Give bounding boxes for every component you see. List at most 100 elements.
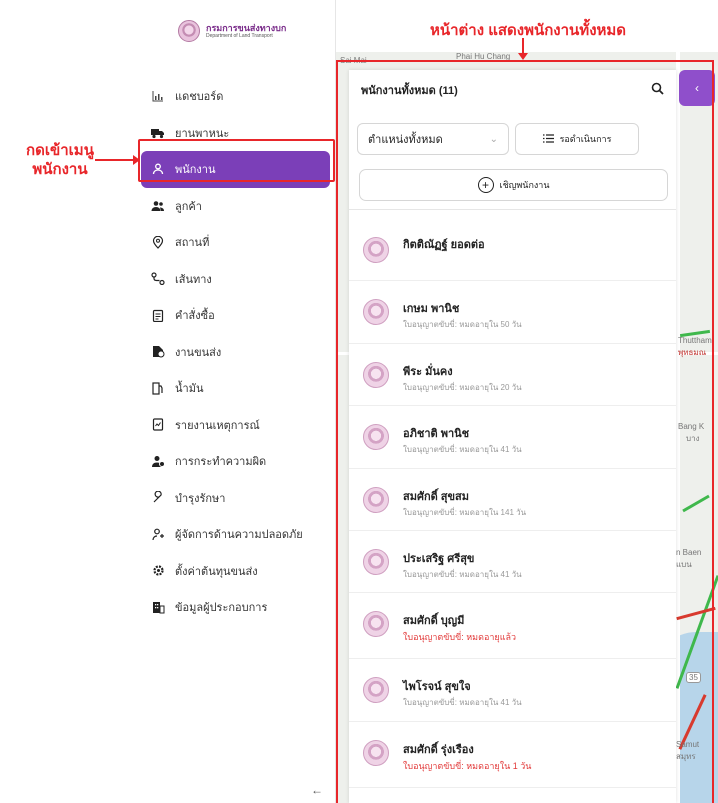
sidebar-item-dashboard[interactable]: แดชบอร์ด <box>138 78 336 115</box>
annotation-panel-label: หน้าต่าง แสดงพนักงานทั้งหมด <box>429 22 627 39</box>
employee-name: สมศักดิ์ สุขสม <box>403 490 470 503</box>
sidebar-item-label: ผู้จัดการด้านความปลอดภัย <box>175 529 303 542</box>
list-item[interactable]: สมศักดิ์ สุขสม ใบอนุญาตขับขี่: หมดอายุใน… <box>349 469 676 531</box>
employee-name: กิตติณัฏฐ์ ยอดต่อ <box>403 239 485 251</box>
sidebar: กรมการขนส่งทางบก Department of Land Tran… <box>138 0 336 803</box>
avatar <box>363 299 389 326</box>
route-icon <box>150 271 166 287</box>
wrench-icon <box>150 490 166 506</box>
annotation-menu-label-line1: กดเข้าเมนู <box>26 142 94 159</box>
sidebar-item-routes[interactable]: เส้นทาง <box>138 261 336 298</box>
sidebar-item-locations[interactable]: สถานที่ <box>138 224 336 261</box>
license-status-warning: ใบอนุญาตขับขี่: หมดอายุใน 1 วัน <box>403 760 532 771</box>
list-icon <box>542 133 554 145</box>
sidebar-item-label: แดชบอร์ด <box>175 91 224 104</box>
chevron-down-icon: ⌄ <box>489 133 498 145</box>
employee-name: ประเสริฐ ศรีสุข <box>403 552 475 565</box>
sidebar-item-deliveries[interactable]: งานขนส่ง <box>138 334 336 371</box>
sidebar-item-label: ตั้งค่าต้นทุนขนส่ง <box>175 565 258 578</box>
avatar <box>363 677 389 704</box>
avatar <box>363 424 389 451</box>
map-label: n Baen <box>676 548 702 557</box>
logo: กรมการขนส่งทางบก Department of Land Tran… <box>178 20 286 42</box>
map-label: Thuttham <box>678 336 712 345</box>
page: Sai Mai Phai Hu Chang Thuttham พุทธมณ Ba… <box>0 0 718 803</box>
avatar <box>363 739 389 766</box>
users-icon <box>150 198 166 214</box>
map-road-shield: 35 <box>686 672 701 683</box>
list-item[interactable]: เกษม พานิช ใบอนุญาตขับขี่: หมดอายุใน 50 … <box>349 281 676 344</box>
sidebar-item-incident-report[interactable]: รายงานเหตุการณ์ <box>138 407 336 444</box>
panel-title: พนักงานทั้งหมด (11) <box>361 85 458 97</box>
sidebar-item-safety-manager[interactable]: ผู้จัดการด้านความปลอดภัย <box>138 516 336 553</box>
seal-icon <box>178 20 200 42</box>
avatar <box>363 548 389 575</box>
sidebar-item-violations[interactable]: การกระทำความผิด <box>138 443 336 480</box>
avatar <box>363 361 389 388</box>
safety-manager-icon <box>150 526 166 542</box>
sidebar-item-transport-cost-settings[interactable]: ตั้งค่าต้นทุนขนส่ง <box>138 553 336 590</box>
sidebar-item-label: น้ำมัน <box>175 383 204 396</box>
license-status: ใบอนุญาตขับขี่: หมดอายุใน 41 วัน <box>403 569 522 579</box>
status-filter-label: รอดำเนินการ <box>559 134 612 144</box>
location-pin-icon <box>150 234 166 250</box>
annotation-menu-label-line2: พนักงาน <box>32 161 88 178</box>
employees-panel: พนักงานทั้งหมด (11) ตำแหน่งทั้งหมด ⌄ รอด… <box>349 70 676 803</box>
map-label: สมุทร <box>676 752 696 761</box>
list-item[interactable]: ประเสริฐ ศรีสุข ใบอนุญาตขับขี่: หมดอายุใ… <box>349 531 676 594</box>
collapse-sidebar-arrow-icon[interactable]: ← <box>311 783 323 797</box>
plus-circle-icon: + <box>477 177 494 193</box>
sidebar-item-label: บำรุงรักษา <box>175 492 226 505</box>
annotation-menu-box <box>138 139 335 182</box>
building-icon <box>150 599 166 615</box>
sidebar-item-label: เส้นทาง <box>175 273 212 286</box>
list-item[interactable]: กิตติณัฏฐ์ ยอดต่อ <box>349 219 676 282</box>
list-item[interactable]: สมศักดิ์ บุญมี ใบอนุญาตขับขี่: หมดอายุแล… <box>349 593 676 660</box>
map-label: Phai Hu Chang <box>456 52 511 61</box>
map-label: Sai Mai <box>340 56 367 65</box>
sidebar-item-maintenance[interactable]: บำรุงรักษา <box>138 480 336 517</box>
license-status: ใบอนุญาตขับขี่: หมดอายุใน 41 วัน <box>403 445 522 455</box>
sidebar-item-customers[interactable]: ลูกค้า <box>138 188 336 225</box>
list-item[interactable]: อภิชาติ พานิช ใบอนุญาตขับขี่: หมดอายุใน … <box>349 406 676 469</box>
search-icon[interactable] <box>651 82 664 98</box>
license-status: ใบอนุญาตขับขี่: หมดอายุใน 50 วัน <box>403 320 522 330</box>
report-icon <box>150 417 166 433</box>
delivery-icon <box>150 344 166 360</box>
collapse-panel-button[interactable]: ‹ <box>679 70 715 106</box>
panel-header: พนักงานทั้งหมด (11) <box>349 70 676 110</box>
position-filter-select[interactable]: ตำแหน่งทั้งหมด ⌄ <box>357 123 509 155</box>
avatar <box>363 611 389 638</box>
map-traffic <box>676 606 716 621</box>
list-item[interactable]: สมศักดิ์ รุ่งเรือง ใบอนุญาตขับขี่: หมดอา… <box>349 722 676 788</box>
sidebar-item-label: การกระทำความผิด <box>175 456 267 469</box>
employee-name: พีระ มั่นคง <box>403 365 453 378</box>
map-label: Bang K <box>678 422 705 431</box>
license-status: ใบอนุญาตขับขี่: หมดอายุใน 41 วัน <box>403 698 522 708</box>
sidebar-item-label: รายงานเหตุการณ์ <box>175 419 260 432</box>
map-label: แบน <box>676 560 692 569</box>
employee-name: เกษม พานิช <box>403 303 460 316</box>
sidebar-item-fuel[interactable]: น้ำมัน <box>138 370 336 407</box>
map-label: พุทธมณ <box>678 348 707 357</box>
left-gutter <box>0 0 138 803</box>
list-item[interactable]: ไพโรจน์ สุขใจ ใบอนุญาตขับขี่: หมดอายุใน … <box>349 659 676 722</box>
position-filter-value: ตำแหน่งทั้งหมด <box>368 134 443 146</box>
license-status: ใบอนุญาตขับขี่: หมดอายุใน 20 วัน <box>403 382 522 392</box>
license-status: ใบอนุญาตขับขี่: หมดอายุใน 141 วัน <box>403 507 527 517</box>
invite-employee-label: เชิญพนักงาน <box>499 180 550 190</box>
avatar <box>363 486 389 513</box>
sidebar-item-orders[interactable]: คำสั่งซื้อ <box>138 297 336 334</box>
annotation-arrow-down <box>518 38 528 60</box>
map-traffic <box>682 494 710 513</box>
map-label: Samut <box>676 740 700 749</box>
list-item[interactable]: พีระ มั่นคง ใบอนุญาตขับขี่: หมดอายุใน 20… <box>349 344 676 407</box>
chart-icon <box>150 88 166 104</box>
map-label: บาง <box>686 434 700 443</box>
invite-employee-button[interactable]: + เชิญพนักงาน <box>359 169 668 201</box>
status-filter-button[interactable]: รอดำเนินการ <box>515 123 639 155</box>
violation-icon <box>150 453 166 469</box>
sidebar-item-operator-info[interactable]: ข้อมูลผู้ประกอบการ <box>138 589 336 626</box>
sidebar-item-label: สถานที่ <box>175 237 210 250</box>
divider <box>349 209 676 210</box>
